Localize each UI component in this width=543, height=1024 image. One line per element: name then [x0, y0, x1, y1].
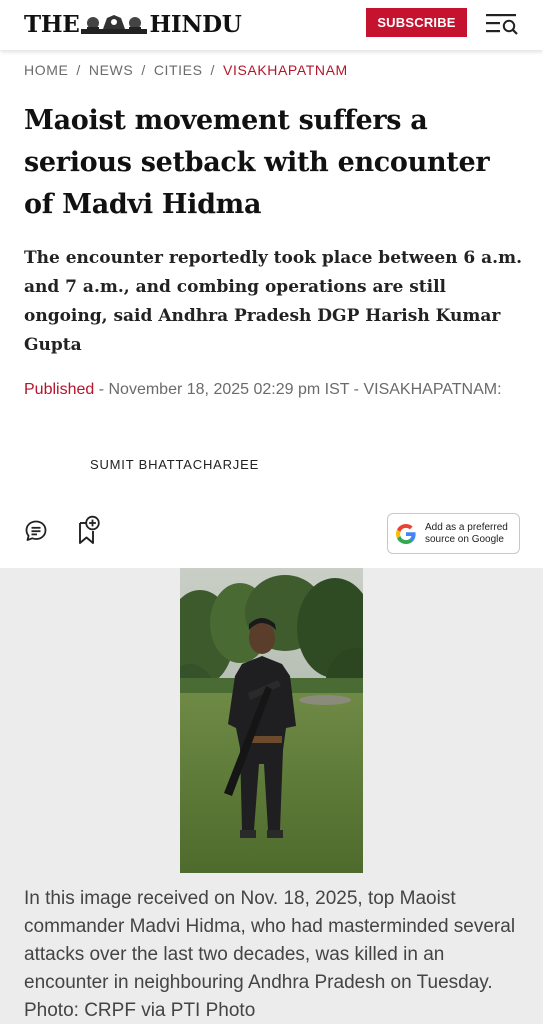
- published-datetime: - November 18, 2025 02:29 pm IST - VISAK…: [94, 381, 502, 398]
- google-preferred-source-label: Add as a preferred source on Google: [425, 522, 508, 546]
- breadcrumb-visakhapatnam[interactable]: VISAKHAPATNAM: [223, 62, 348, 78]
- google-pref-line-2: source on Google: [425, 533, 504, 545]
- breadcrumb-separator: /: [76, 62, 81, 78]
- breadcrumb-news[interactable]: NEWS: [89, 62, 133, 78]
- bookmark-add-icon[interactable]: [78, 515, 100, 545]
- logo-text-hindu: HINDU: [149, 10, 242, 38]
- article-headline: Maoist movement suffers a serious setbac…: [24, 105, 490, 220]
- breadcrumb-home[interactable]: HOME: [24, 62, 68, 78]
- breadcrumb-separator: /: [141, 62, 146, 78]
- article-summary: The encounter reportedly took place betw…: [24, 248, 522, 355]
- caption-area: In this image received on Nov. 18, 2025,…: [0, 873, 543, 1024]
- breadcrumb-cities[interactable]: CITIES: [154, 62, 203, 78]
- google-preferred-source-button[interactable]: Add as a preferred source on Google: [387, 513, 520, 554]
- breadcrumb: HOME / NEWS / CITIES / VISAKHAPATNAM: [24, 62, 348, 78]
- google-g-icon: [396, 523, 416, 544]
- logo-text-the: THE: [24, 10, 80, 38]
- logo-emblem-icon: [81, 15, 148, 34]
- published-label: Published: [24, 381, 95, 398]
- image-caption: In this image received on Nov. 18, 2025,…: [24, 888, 516, 1021]
- google-pref-line-1: Add as a preferred: [425, 521, 508, 533]
- breadcrumb-separator: /: [210, 62, 216, 78]
- publish-meta: Published - November 18, 2025 02:29 pm I…: [24, 379, 524, 400]
- site-header: THE HINDU SUBSCRIBE: [0, 0, 543, 50]
- article-photo[interactable]: [180, 568, 363, 873]
- comment-icon[interactable]: [24, 519, 48, 543]
- author-name[interactable]: SUMIT BHATTACHARJEE: [90, 457, 259, 472]
- article-image-area: [0, 568, 543, 873]
- menu-search-icon[interactable]: [486, 12, 518, 36]
- site-logo[interactable]: THE HINDU: [24, 9, 242, 39]
- subscribe-button[interactable]: SUBSCRIBE: [366, 8, 467, 37]
